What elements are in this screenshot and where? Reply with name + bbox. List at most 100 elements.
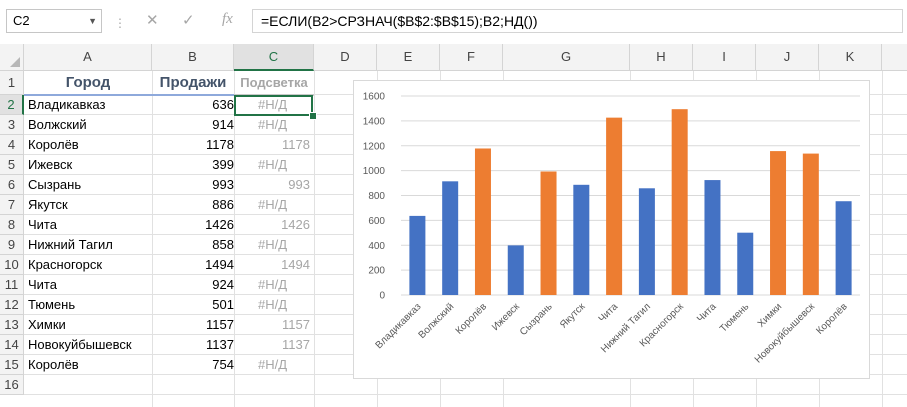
- fx-icon[interactable]: fx: [222, 11, 233, 28]
- cell-sales[interactable]: 858: [156, 235, 234, 255]
- col-header-k[interactable]: K: [819, 44, 882, 71]
- cell-sales[interactable]: 399: [156, 155, 234, 175]
- row-header-3[interactable]: 3: [0, 115, 24, 135]
- col-header-b[interactable]: B: [152, 44, 234, 71]
- fill-handle[interactable]: [309, 112, 317, 120]
- row-header-15[interactable]: 15: [0, 355, 24, 375]
- col-header-e[interactable]: E: [377, 44, 440, 71]
- cell-city[interactable]: Нижний Тагил: [28, 235, 150, 255]
- y-tick-label: 600: [368, 216, 385, 227]
- formula-bar: C2 ▼ ⋮ ✕ ✓ fx =ЕСЛИ(B2>СРЗНАЧ($B$2:$B$15…: [0, 0, 907, 45]
- col-header-a[interactable]: A: [24, 44, 152, 71]
- formula-buttons: ✕ ✓ fx: [136, 9, 248, 33]
- cell-highlight[interactable]: 1137: [236, 335, 310, 355]
- cell-city[interactable]: Якутск: [28, 195, 150, 215]
- header-sales[interactable]: Продажи: [152, 74, 234, 94]
- row-header-8[interactable]: 8: [0, 215, 24, 235]
- x-tick-label: Волжский: [417, 301, 457, 341]
- cell-highlight[interactable]: #Н/Д: [236, 155, 310, 175]
- cell-highlight[interactable]: #Н/Д: [236, 195, 310, 215]
- cell-city[interactable]: Королёв: [28, 355, 150, 375]
- cell-city[interactable]: Красногорск: [28, 255, 150, 275]
- col-header-h[interactable]: H: [630, 44, 693, 71]
- cell-city[interactable]: Волжский: [28, 115, 150, 135]
- header-highlight[interactable]: Подсветка: [234, 75, 314, 95]
- row-header-12[interactable]: 12: [0, 295, 24, 315]
- chevron-down-icon[interactable]: ▼: [88, 10, 97, 32]
- formula-input[interactable]: =ЕСЛИ(B2>СРЗНАЧ($B$2:$B$15);B2;НД()): [252, 9, 903, 33]
- y-tick-label: 1400: [363, 116, 386, 127]
- name-box-value: C2: [13, 13, 30, 28]
- header-city[interactable]: Город: [24, 74, 152, 94]
- cell-sales[interactable]: 1157: [156, 315, 234, 335]
- cell-highlight[interactable]: 1157: [236, 315, 310, 335]
- y-tick-label: 1000: [363, 166, 386, 177]
- bar: [442, 181, 459, 295]
- row-header-4[interactable]: 4: [0, 135, 24, 155]
- cell-city[interactable]: Владикавказ: [28, 95, 150, 115]
- cell-city[interactable]: Химки: [28, 315, 150, 335]
- y-tick-label: 1600: [363, 92, 386, 103]
- row-header-2[interactable]: 2: [0, 95, 24, 115]
- cell-sales[interactable]: 1426: [156, 215, 234, 235]
- cell-highlight[interactable]: #Н/Д: [236, 355, 310, 375]
- cell-city[interactable]: Сызрань: [28, 175, 150, 195]
- confirm-icon[interactable]: ✓: [182, 11, 195, 29]
- active-cell-border[interactable]: [234, 95, 313, 116]
- col-header-c[interactable]: C: [234, 44, 314, 71]
- row-header-6[interactable]: 6: [0, 175, 24, 195]
- col-header-f[interactable]: F: [440, 44, 503, 71]
- row-header-16[interactable]: 16: [0, 375, 24, 395]
- row-header-5[interactable]: 5: [0, 155, 24, 175]
- bar: [704, 180, 721, 295]
- cell-highlight[interactable]: #Н/Д: [236, 115, 310, 135]
- cell-sales[interactable]: 501: [156, 295, 234, 315]
- row-header-11[interactable]: 11: [0, 275, 24, 295]
- cell-sales[interactable]: 886: [156, 195, 234, 215]
- cell-city[interactable]: Чита: [28, 215, 150, 235]
- col-header-d[interactable]: D: [314, 44, 377, 71]
- x-tick-label: Химки: [756, 301, 784, 329]
- gridline: [24, 394, 907, 395]
- cell-sales[interactable]: 914: [156, 115, 234, 135]
- cell-highlight[interactable]: #Н/Д: [236, 295, 310, 315]
- col-header-i[interactable]: I: [693, 44, 756, 71]
- x-tick-label: Якутск: [558, 301, 588, 331]
- x-tick-label: Ижевск: [490, 301, 522, 333]
- cell-city[interactable]: Тюмень: [28, 295, 150, 315]
- row-header-7[interactable]: 7: [0, 195, 24, 215]
- cell-highlight[interactable]: 1494: [236, 255, 310, 275]
- cell-city[interactable]: Ижевск: [28, 155, 150, 175]
- bar-chart[interactable]: 0 200 400 600 800 1000 1200 1400 1600 Владикавказ…: [353, 80, 870, 379]
- row-header-9[interactable]: 9: [0, 235, 24, 255]
- row-header-10[interactable]: 10: [0, 255, 24, 275]
- cell-sales[interactable]: 636: [156, 95, 234, 115]
- gridline: [234, 71, 235, 407]
- cell-highlight[interactable]: 993: [236, 175, 310, 195]
- row-header-13[interactable]: 13: [0, 315, 24, 335]
- cell-sales[interactable]: 754: [156, 355, 234, 375]
- row-header-1[interactable]: 1: [0, 71, 24, 95]
- cell-city[interactable]: Королёв: [28, 135, 150, 155]
- gridline: [314, 71, 315, 407]
- bar: [409, 215, 426, 295]
- bar-highlighted: [474, 148, 491, 295]
- cell-sales[interactable]: 924: [156, 275, 234, 295]
- cell-city[interactable]: Новокуйбышевск: [28, 335, 150, 355]
- row-header-14[interactable]: 14: [0, 335, 24, 355]
- col-header-j[interactable]: J: [756, 44, 819, 71]
- cell-sales[interactable]: 993: [156, 175, 234, 195]
- cell-sales[interactable]: 1178: [156, 135, 234, 155]
- cell-sales[interactable]: 1137: [156, 335, 234, 355]
- cell-highlight[interactable]: #Н/Д: [236, 275, 310, 295]
- cell-sales[interactable]: 1494: [156, 255, 234, 275]
- col-header-l[interactable]: [882, 44, 907, 71]
- col-header-g[interactable]: G: [503, 44, 630, 71]
- select-all-corner[interactable]: [0, 44, 24, 71]
- cell-city[interactable]: Чита: [28, 275, 150, 295]
- name-box[interactable]: C2 ▼: [6, 9, 102, 33]
- cell-highlight[interactable]: 1426: [236, 215, 310, 235]
- cell-highlight[interactable]: #Н/Д: [236, 235, 310, 255]
- cell-highlight[interactable]: 1178: [236, 135, 310, 155]
- cancel-icon[interactable]: ✕: [146, 11, 159, 29]
